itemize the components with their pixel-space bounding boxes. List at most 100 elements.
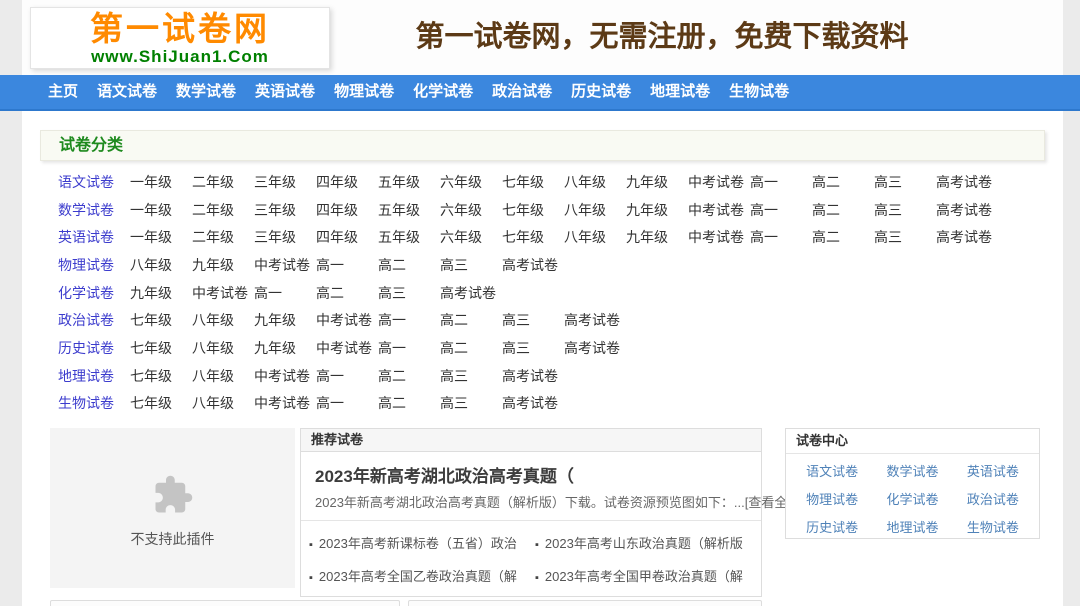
category-link-0-13[interactable]: 高考试卷: [936, 172, 998, 192]
category-link-5-4[interactable]: 高一: [378, 310, 440, 330]
category-link-6-4[interactable]: 高一: [378, 338, 440, 358]
category-link-8-2[interactable]: 中考试卷: [254, 393, 316, 413]
category-label-8[interactable]: 生物试卷: [58, 393, 130, 413]
category-link-5-0[interactable]: 七年级: [130, 310, 192, 330]
category-link-1-6[interactable]: 七年级: [502, 200, 564, 220]
category-label-6[interactable]: 历史试卷: [58, 338, 130, 358]
category-link-1-3[interactable]: 四年级: [316, 200, 378, 220]
category-link-1-9[interactable]: 中考试卷: [688, 200, 750, 220]
nav-item-8[interactable]: 地理试卷: [650, 75, 710, 109]
category-link-5-7[interactable]: 高考试卷: [564, 310, 626, 330]
category-link-5-5[interactable]: 高二: [440, 310, 502, 330]
category-link-6-7[interactable]: 高考试卷: [564, 338, 626, 358]
category-link-1-10[interactable]: 高一: [750, 200, 812, 220]
paper-center-link-6[interactable]: 历史试卷: [792, 514, 872, 542]
category-link-6-0[interactable]: 七年级: [130, 338, 192, 358]
nav-item-7[interactable]: 历史试卷: [571, 75, 631, 109]
site-logo[interactable]: 第一试卷网 www.ShiJuan1.Com: [30, 7, 330, 69]
category-link-8-6[interactable]: 高考试卷: [502, 393, 564, 413]
category-link-2-2[interactable]: 三年级: [254, 227, 316, 247]
paper-center-link-2[interactable]: 英语试卷: [953, 458, 1033, 486]
category-link-0-9[interactable]: 中考试卷: [688, 172, 750, 192]
category-link-2-0[interactable]: 一年级: [130, 227, 192, 247]
paper-center-link-7[interactable]: 地理试卷: [872, 514, 952, 542]
category-link-0-8[interactable]: 九年级: [626, 172, 688, 192]
category-label-5[interactable]: 政治试卷: [58, 310, 130, 330]
category-link-8-5[interactable]: 高三: [440, 393, 502, 413]
category-link-4-5[interactable]: 高考试卷: [440, 283, 502, 303]
category-link-1-7[interactable]: 八年级: [564, 200, 626, 220]
category-link-0-11[interactable]: 高二: [812, 172, 874, 192]
category-label-3[interactable]: 物理试卷: [58, 255, 130, 275]
category-link-0-2[interactable]: 三年级: [254, 172, 316, 192]
category-label-1[interactable]: 数学试卷: [58, 200, 130, 220]
category-link-2-6[interactable]: 七年级: [502, 227, 564, 247]
category-label-0[interactable]: 语文试卷: [58, 172, 130, 192]
nav-item-5[interactable]: 化学试卷: [413, 75, 473, 109]
category-link-1-13[interactable]: 高考试卷: [936, 200, 998, 220]
nav-item-3[interactable]: 英语试卷: [255, 75, 315, 109]
category-link-1-2[interactable]: 三年级: [254, 200, 316, 220]
category-link-7-1[interactable]: 八年级: [192, 366, 254, 386]
recommended-item-2[interactable]: 2023年高考全国乙卷政治真题（解: [309, 566, 535, 585]
category-link-3-4[interactable]: 高二: [378, 255, 440, 275]
paper-center-link-3[interactable]: 物理试卷: [792, 486, 872, 514]
category-link-1-5[interactable]: 六年级: [440, 200, 502, 220]
category-label-2[interactable]: 英语试卷: [58, 227, 130, 247]
nav-item-4[interactable]: 物理试卷: [334, 75, 394, 109]
paper-center-link-8[interactable]: 生物试卷: [953, 514, 1033, 542]
category-link-0-1[interactable]: 二年级: [192, 172, 254, 192]
category-link-7-4[interactable]: 高二: [378, 366, 440, 386]
paper-center-link-5[interactable]: 政治试卷: [953, 486, 1033, 514]
category-link-2-8[interactable]: 九年级: [626, 227, 688, 247]
paper-center-link-1[interactable]: 数学试卷: [872, 458, 952, 486]
category-link-2-10[interactable]: 高一: [750, 227, 812, 247]
category-link-7-0[interactable]: 七年级: [130, 366, 192, 386]
category-link-5-6[interactable]: 高三: [502, 310, 564, 330]
category-link-5-1[interactable]: 八年级: [192, 310, 254, 330]
category-link-8-3[interactable]: 高一: [316, 393, 378, 413]
recommended-item-1[interactable]: 2023年高考山东政治真题（解析版: [535, 533, 761, 552]
recommended-item-0[interactable]: 2023年高考新课标卷（五省）政治: [309, 533, 535, 552]
category-link-2-12[interactable]: 高三: [874, 227, 936, 247]
category-link-0-0[interactable]: 一年级: [130, 172, 192, 192]
category-link-0-12[interactable]: 高三: [874, 172, 936, 192]
category-link-2-1[interactable]: 二年级: [192, 227, 254, 247]
category-link-1-11[interactable]: 高二: [812, 200, 874, 220]
category-link-7-2[interactable]: 中考试卷: [254, 366, 316, 386]
category-link-6-6[interactable]: 高三: [502, 338, 564, 358]
category-link-1-1[interactable]: 二年级: [192, 200, 254, 220]
category-link-0-5[interactable]: 六年级: [440, 172, 502, 192]
category-link-0-3[interactable]: 四年级: [316, 172, 378, 192]
category-link-2-9[interactable]: 中考试卷: [688, 227, 750, 247]
category-link-4-2[interactable]: 高一: [254, 283, 316, 303]
category-link-7-6[interactable]: 高考试卷: [502, 366, 564, 386]
nav-item-9[interactable]: 生物试卷: [729, 75, 789, 109]
category-link-2-11[interactable]: 高二: [812, 227, 874, 247]
category-link-3-3[interactable]: 高一: [316, 255, 378, 275]
category-link-0-6[interactable]: 七年级: [502, 172, 564, 192]
category-link-1-12[interactable]: 高三: [874, 200, 936, 220]
paper-center-link-4[interactable]: 化学试卷: [872, 486, 952, 514]
category-link-6-5[interactable]: 高二: [440, 338, 502, 358]
nav-item-2[interactable]: 数学试卷: [176, 75, 236, 109]
category-link-1-0[interactable]: 一年级: [130, 200, 192, 220]
category-link-2-5[interactable]: 六年级: [440, 227, 502, 247]
nav-item-6[interactable]: 政治试卷: [492, 75, 552, 109]
category-link-8-1[interactable]: 八年级: [192, 393, 254, 413]
category-link-3-6[interactable]: 高考试卷: [502, 255, 564, 275]
category-link-8-4[interactable]: 高二: [378, 393, 440, 413]
category-link-4-4[interactable]: 高三: [378, 283, 440, 303]
nav-item-1[interactable]: 语文试卷: [97, 75, 157, 109]
category-link-2-3[interactable]: 四年级: [316, 227, 378, 247]
recommended-article-title[interactable]: 2023年新高考湖北政治高考真题（: [315, 462, 751, 487]
category-link-4-0[interactable]: 九年级: [130, 283, 192, 303]
paper-center-link-0[interactable]: 语文试卷: [792, 458, 872, 486]
category-link-7-5[interactable]: 高三: [440, 366, 502, 386]
recommended-item-3[interactable]: 2023年高考全国甲卷政治真题（解: [535, 566, 761, 585]
nav-item-0[interactable]: 主页: [48, 75, 78, 109]
category-link-3-1[interactable]: 九年级: [192, 255, 254, 275]
category-link-5-2[interactable]: 九年级: [254, 310, 316, 330]
category-link-4-3[interactable]: 高二: [316, 283, 378, 303]
category-link-2-7[interactable]: 八年级: [564, 227, 626, 247]
